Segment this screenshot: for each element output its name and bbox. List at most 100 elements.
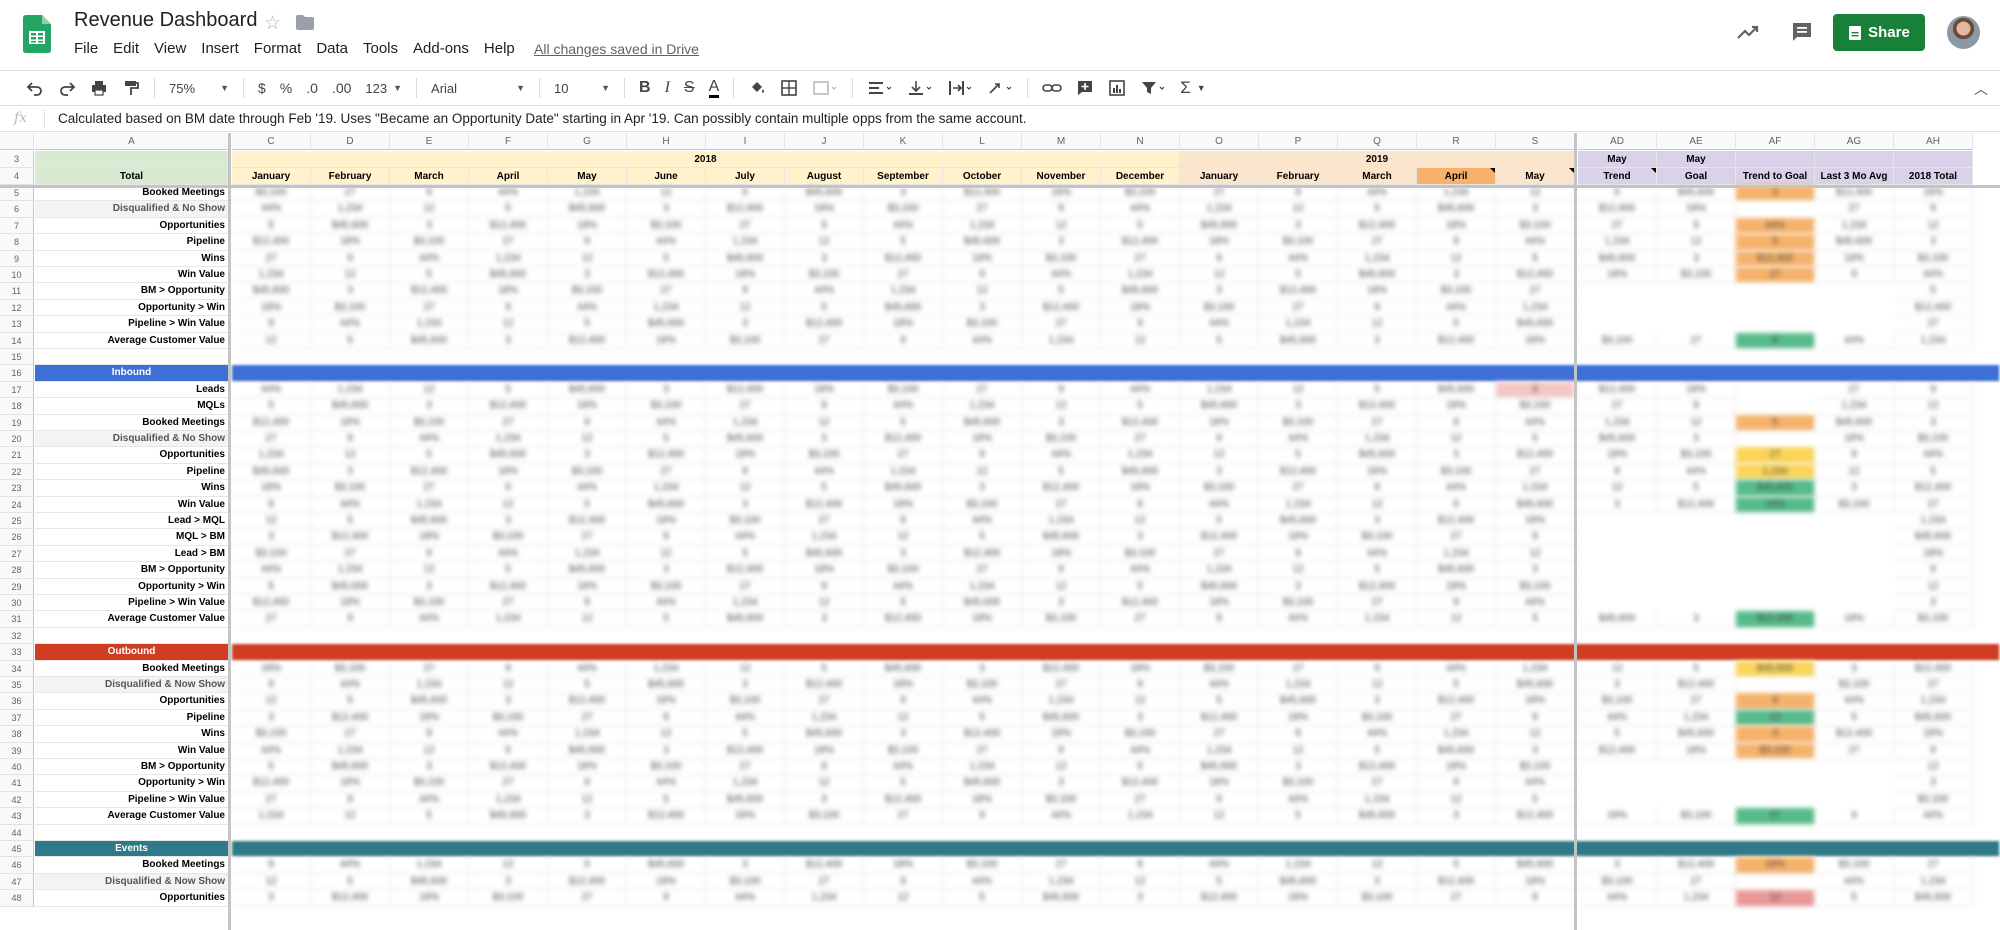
- value-cell[interactable]: 1,234: [785, 890, 864, 907]
- row-label[interactable]: Disqualified & No Show: [35, 431, 229, 448]
- value-cell[interactable]: 12: [548, 431, 627, 448]
- value-cell[interactable]: $12,400: [864, 791, 943, 809]
- value-cell[interactable]: 12: [1894, 398, 1973, 415]
- column-header[interactable]: G: [548, 133, 627, 150]
- row-label[interactable]: Opportunities: [35, 890, 229, 907]
- value-cell[interactable]: 44%: [1180, 496, 1259, 513]
- value-cell[interactable]: 18%: [943, 791, 1022, 809]
- value-cell[interactable]: $45,600: [1578, 611, 1657, 628]
- value-cell[interactable]: 44%: [469, 545, 548, 563]
- row-header[interactable]: 41: [0, 775, 34, 792]
- value-cell[interactable]: 44%: [706, 890, 785, 907]
- value-cell[interactable]: 27: [232, 250, 311, 267]
- value-cell[interactable]: 3: [785, 611, 864, 628]
- value-cell[interactable]: $45,600: [1101, 463, 1180, 481]
- value-cell[interactable]: $12,400: [1657, 496, 1736, 513]
- italic-icon[interactable]: I: [665, 79, 670, 97]
- value-cell[interactable]: 3: [785, 431, 864, 448]
- value-cell[interactable]: 1,234: [627, 480, 706, 497]
- row-header[interactable]: 6: [0, 201, 34, 218]
- row-header[interactable]: 26: [0, 529, 34, 546]
- value-cell[interactable]: 18%: [1101, 660, 1180, 677]
- avatar[interactable]: [1947, 16, 1980, 49]
- value-cell[interactable]: 5: [469, 562, 548, 579]
- value-cell[interactable]: 1,234: [1338, 250, 1417, 267]
- row-header[interactable]: 8: [0, 234, 34, 251]
- value-cell[interactable]: $45,600: [232, 283, 311, 300]
- value-cell[interactable]: 12: [1417, 250, 1496, 267]
- value-cell[interactable]: $3,100: [1815, 857, 1894, 874]
- value-cell[interactable]: $45,600: [1657, 726, 1736, 743]
- row-header[interactable]: 20: [0, 431, 34, 448]
- wrap-icon[interactable]: [947, 79, 973, 97]
- value-cell[interactable]: $45,600: [1259, 873, 1338, 891]
- chart-icon[interactable]: [1108, 79, 1126, 97]
- value-cell[interactable]: $12,400: [1180, 529, 1259, 546]
- value-cell[interactable]: 27: [943, 742, 1022, 759]
- column-header[interactable]: Q: [1338, 133, 1417, 150]
- value-cell[interactable]: 27: [627, 463, 706, 481]
- value-cell[interactable]: 5: [1736, 414, 1815, 431]
- value-cell[interactable]: $12,400: [1101, 414, 1180, 431]
- value-cell[interactable]: $3,100: [1338, 709, 1417, 727]
- value-cell[interactable]: 5: [706, 726, 785, 743]
- value-cell[interactable]: 27: [1417, 529, 1496, 546]
- value-cell[interactable]: 3: [469, 332, 548, 349]
- value-cell[interactable]: 5: [627, 611, 706, 628]
- value-cell[interactable]: $45,600: [943, 775, 1022, 792]
- value-cell[interactable]: $45,600: [390, 332, 469, 349]
- value-cell[interactable]: $3,100: [864, 562, 943, 579]
- value-cell[interactable]: 1,234: [1578, 234, 1657, 251]
- value-cell[interactable]: 1,234: [1101, 808, 1180, 825]
- value-cell[interactable]: $45,600: [548, 201, 627, 218]
- value-cell[interactable]: 1,234: [627, 299, 706, 317]
- value-cell[interactable]: 3: [1338, 513, 1417, 530]
- value-cell[interactable]: 12: [1259, 381, 1338, 399]
- value-cell[interactable]: 44%: [1338, 726, 1417, 743]
- menu-tools[interactable]: Tools: [363, 40, 398, 57]
- value-cell[interactable]: $12,400: [1101, 595, 1180, 612]
- value-cell[interactable]: 27: [864, 808, 943, 825]
- value-cell[interactable]: $3,100: [1496, 217, 1575, 235]
- value-cell[interactable]: 9: [1578, 463, 1657, 481]
- value-cell[interactable]: 9: [232, 857, 311, 874]
- value-cell[interactable]: 44%: [1496, 775, 1575, 792]
- value-cell[interactable]: $3,100: [1894, 611, 1973, 628]
- value-cell[interactable]: 3: [311, 283, 390, 300]
- value-cell[interactable]: 1,234: [469, 611, 548, 628]
- value-cell[interactable]: 1,234: [1657, 890, 1736, 907]
- value-cell[interactable]: $12,400: [1578, 742, 1657, 759]
- value-cell[interactable]: $45,600: [1338, 267, 1417, 284]
- value-cell[interactable]: 5: [548, 677, 627, 694]
- value-cell[interactable]: 5: [1815, 890, 1894, 907]
- value-cell[interactable]: 1,234: [785, 529, 864, 546]
- value-cell[interactable]: 3: [1578, 496, 1657, 513]
- value-cell[interactable]: 9: [469, 660, 548, 677]
- column-header[interactable]: K: [864, 133, 943, 150]
- value-cell[interactable]: $12,400: [232, 414, 311, 431]
- value-cell[interactable]: 44%: [1894, 447, 1973, 464]
- value-cell[interactable]: 44%: [548, 660, 627, 677]
- value-cell[interactable]: 18%: [1180, 414, 1259, 431]
- value-cell[interactable]: 12: [627, 545, 706, 563]
- value-cell[interactable]: $3,100: [1417, 283, 1496, 300]
- row-header[interactable]: 42: [0, 791, 34, 809]
- value-cell[interactable]: $12,400: [1338, 759, 1417, 776]
- value-cell[interactable]: 18%: [1022, 545, 1101, 563]
- star-icon[interactable]: ☆: [264, 12, 281, 35]
- value-cell[interactable]: 3: [1894, 595, 1973, 612]
- value-cell[interactable]: 27: [943, 381, 1022, 399]
- value-cell[interactable]: 9: [785, 217, 864, 235]
- row-header[interactable]: 4: [0, 168, 34, 185]
- value-cell[interactable]: 3: [232, 890, 311, 907]
- value-cell[interactable]: 18%: [1022, 726, 1101, 743]
- value-cell[interactable]: 9: [1736, 693, 1815, 710]
- value-cell[interactable]: $3,100: [1496, 398, 1575, 415]
- value-cell[interactable]: $12,400: [469, 578, 548, 595]
- value-cell[interactable]: $12,400: [548, 332, 627, 349]
- value-cell[interactable]: 5: [311, 693, 390, 710]
- value-cell[interactable]: 27: [1338, 595, 1417, 612]
- row-label[interactable]: Win Value: [35, 496, 229, 513]
- value-cell[interactable]: 5: [1338, 742, 1417, 759]
- value-cell[interactable]: 12: [1657, 414, 1736, 431]
